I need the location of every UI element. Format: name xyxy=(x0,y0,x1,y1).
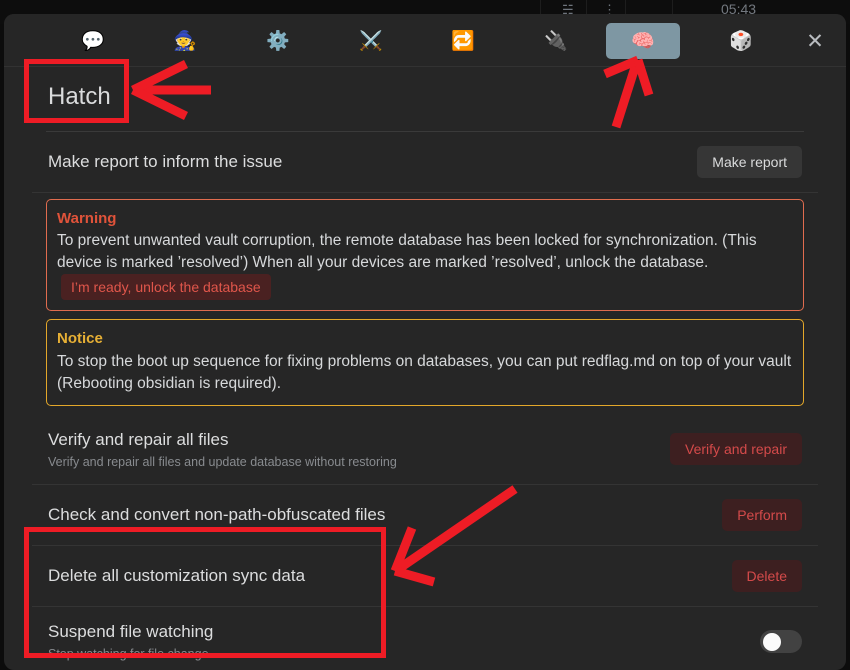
arrow-to-suspend-rows xyxy=(390,485,518,587)
arrow-to-title xyxy=(131,59,211,121)
annotation-arrows xyxy=(131,55,654,587)
screenshot-root: ☵ ⋮ 05:43 💬 🧙 ⚙️ ⚔️ 🔁 🔌 🧠 🎲 ✕ Hatch Make… xyxy=(0,0,850,670)
arrow-to-toolbox-tab xyxy=(603,55,654,129)
